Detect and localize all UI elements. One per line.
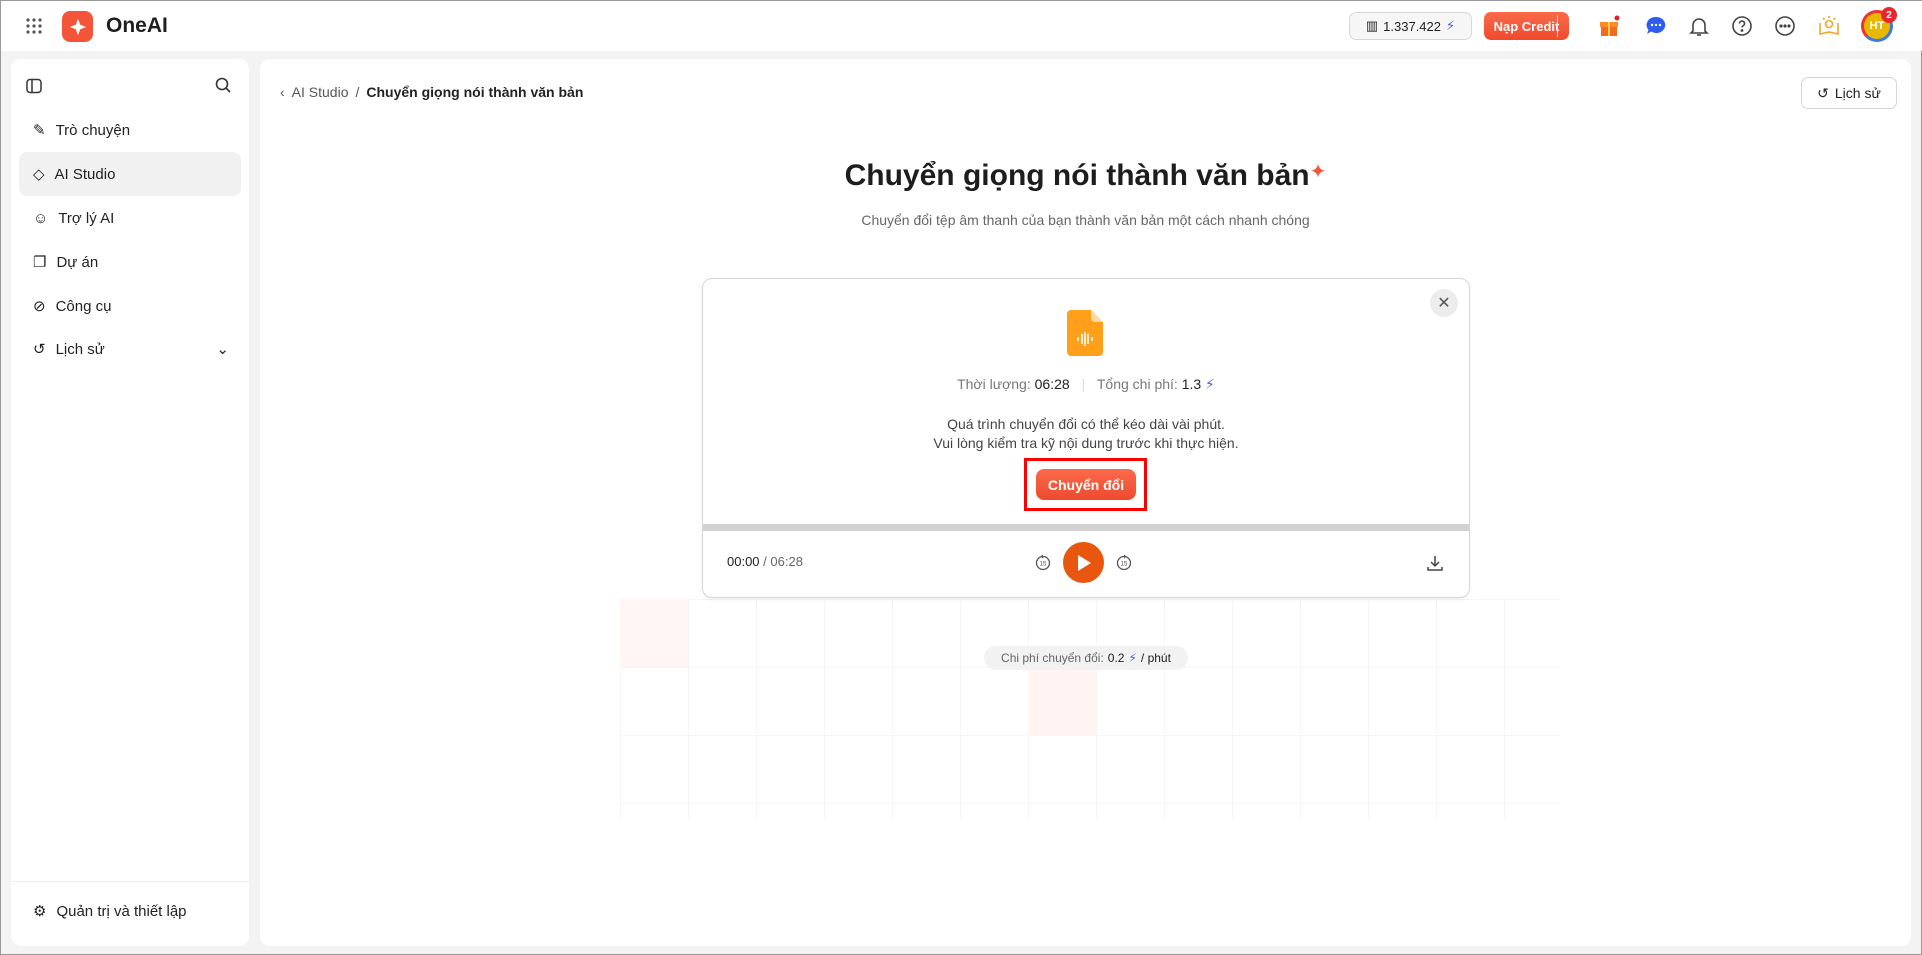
divider bbox=[11, 881, 249, 882]
building-icon: ▥ bbox=[1365, 18, 1379, 33]
idea-book-icon[interactable] bbox=[1816, 13, 1842, 39]
sidebar-item-ai-studio[interactable]: ◇ AI Studio bbox=[19, 152, 241, 196]
bolt-icon: ⚡︎ bbox=[1128, 651, 1137, 665]
notification-badge: 2 bbox=[1881, 7, 1897, 23]
apps-grid-icon[interactable] bbox=[21, 13, 47, 39]
bolt-icon: ⚡︎ bbox=[1446, 18, 1456, 33]
sidebar-item-label: Công cụ bbox=[55, 297, 112, 315]
help-icon[interactable] bbox=[1729, 13, 1755, 39]
credit-amount: 1.337.422 bbox=[1383, 18, 1441, 34]
duration-label: Thời lượng: bbox=[957, 376, 1031, 392]
settings-item[interactable]: ⚙ Quản trị và thiết lập bbox=[19, 889, 241, 933]
oneai-logo-icon[interactable] bbox=[62, 11, 93, 42]
code-diamond-icon: ◇ bbox=[33, 166, 45, 183]
more-icon[interactable] bbox=[1772, 13, 1798, 39]
forward-seconds: 15 bbox=[1121, 562, 1128, 568]
bell-icon[interactable] bbox=[1686, 13, 1712, 39]
edit-icon: ✎ bbox=[33, 122, 46, 139]
breadcrumb: ‹ AI Studio / Chuyển giọng nói thành văn… bbox=[280, 84, 583, 100]
chevron-down-icon[interactable]: ⌄ bbox=[216, 340, 229, 358]
notice-line-1: Quá trình chuyển đổi có thể kéo dài vài … bbox=[947, 416, 1225, 432]
chat-bubble-icon[interactable] bbox=[1643, 13, 1669, 39]
compass-icon: ⊘ bbox=[33, 298, 46, 315]
app-name: OneAI bbox=[106, 14, 168, 37]
cost-info-label: Chi phí chuyển đổi: bbox=[1001, 651, 1104, 665]
rewind-seconds: 15 bbox=[1040, 562, 1047, 568]
page-title: Chuyển giọng nói thành văn bản bbox=[844, 159, 1310, 192]
top-header: OneAI ▥ 1.337.422 ⚡︎ Nạp Credit HT 2 bbox=[1, 1, 1922, 51]
divider bbox=[1557, 15, 1558, 37]
breadcrumb-parent[interactable]: AI Studio bbox=[292, 84, 349, 100]
sidebar-item-label: Dự án bbox=[56, 253, 99, 271]
play-button[interactable] bbox=[1063, 542, 1104, 583]
forward-15-icon[interactable]: 15 bbox=[1113, 551, 1135, 573]
sidebar-item-label: Trợ lý AI bbox=[58, 209, 115, 227]
notice-line-2: Vui lòng kiểm tra kỹ nội dung trước khi … bbox=[933, 435, 1239, 451]
history-icon: ↺ bbox=[33, 341, 46, 358]
history-button-label: Lịch sử bbox=[1834, 85, 1881, 101]
total-time: / 06:28 bbox=[763, 554, 803, 569]
playback-progress-bar[interactable] bbox=[703, 524, 1469, 531]
background-grid bbox=[620, 599, 1560, 819]
stats-line: Thời lượng: 06:28 | Tổng chi phí: 1.3 ⚡︎ bbox=[703, 376, 1469, 393]
gift-icon[interactable] bbox=[1597, 13, 1621, 39]
sparkle-icon: ✦ bbox=[1309, 161, 1327, 183]
avatar-initials: HT bbox=[1869, 20, 1885, 32]
divider: | bbox=[1081, 376, 1086, 392]
cost-value: 1.3 bbox=[1181, 376, 1202, 392]
settings-label: Quản trị và thiết lập bbox=[56, 902, 187, 920]
time-display: 00:00 / 06:28 bbox=[727, 554, 803, 569]
sidebar-item-label: Lịch sử bbox=[55, 340, 105, 358]
sidebar-item-ai-assistant[interactable]: ☺ Trợ lý AI bbox=[19, 196, 241, 240]
audio-file-card: ✕ Thời lượng: 06:28 | Tổng chi phí: 1.3 … bbox=[702, 278, 1470, 598]
credit-balance[interactable]: ▥ 1.337.422 ⚡︎ bbox=[1349, 12, 1472, 40]
conversion-cost-pill: Chi phí chuyển đổi: 0.2 ⚡︎ / phút bbox=[984, 646, 1188, 670]
cost-info-unit: / phút bbox=[1140, 651, 1171, 665]
convert-button[interactable]: Chuyển đổi bbox=[1036, 469, 1136, 500]
sidebar-item-projects[interactable]: ❐ Dự án bbox=[19, 240, 241, 284]
page-subtitle: Chuyển đổi tệp âm thanh của bạn thành vă… bbox=[861, 212, 1310, 228]
toggle-sidebar-icon[interactable] bbox=[23, 75, 45, 97]
history-button[interactable]: ↺ Lịch sử bbox=[1801, 77, 1897, 109]
sidebar-item-history[interactable]: ↺ Lịch sử ⌄ bbox=[19, 327, 241, 371]
cost-label: Tổng chi phí: bbox=[1096, 376, 1178, 392]
gear-icon: ⚙ bbox=[33, 903, 47, 920]
sidebar: ✎ Trò chuyện ◇ AI Studio ☺ Trợ lý AI ❐ Dự án… bbox=[11, 59, 249, 946]
duration-value: 06:28 bbox=[1034, 376, 1070, 392]
sidebar-item-chat[interactable]: ✎ Trò chuyện bbox=[19, 108, 241, 152]
main-panel: ‹ AI Studio / Chuyển giọng nói thành văn… bbox=[260, 59, 1911, 946]
sidebar-item-label: AI Studio bbox=[54, 165, 116, 183]
sidebar-item-tools[interactable]: ⊘ Công cụ bbox=[19, 284, 241, 328]
audio-file-icon bbox=[1067, 310, 1103, 361]
search-icon[interactable] bbox=[211, 73, 235, 97]
history-icon: ↺ bbox=[1817, 84, 1829, 101]
download-icon[interactable] bbox=[1423, 551, 1447, 575]
page-title-wrap: Chuyển giọng nói thành văn bản✦ bbox=[260, 159, 1911, 193]
bolt-icon: ⚡︎ bbox=[1205, 376, 1215, 392]
current-time: 00:00 bbox=[727, 554, 760, 569]
bot-icon: ☺ bbox=[33, 209, 49, 227]
breadcrumb-current: Chuyển giọng nói thành văn bản bbox=[366, 84, 584, 100]
back-chevron-icon[interactable]: ‹ bbox=[280, 84, 285, 100]
rewind-15-icon[interactable]: 15 bbox=[1032, 551, 1054, 573]
cost-info-value: 0.2 bbox=[1107, 651, 1125, 665]
sidebar-item-label: Trò chuyện bbox=[55, 121, 131, 139]
close-icon[interactable]: ✕ bbox=[1430, 289, 1458, 317]
breadcrumb-separator: / bbox=[355, 84, 360, 100]
folders-icon: ❐ bbox=[33, 254, 47, 271]
